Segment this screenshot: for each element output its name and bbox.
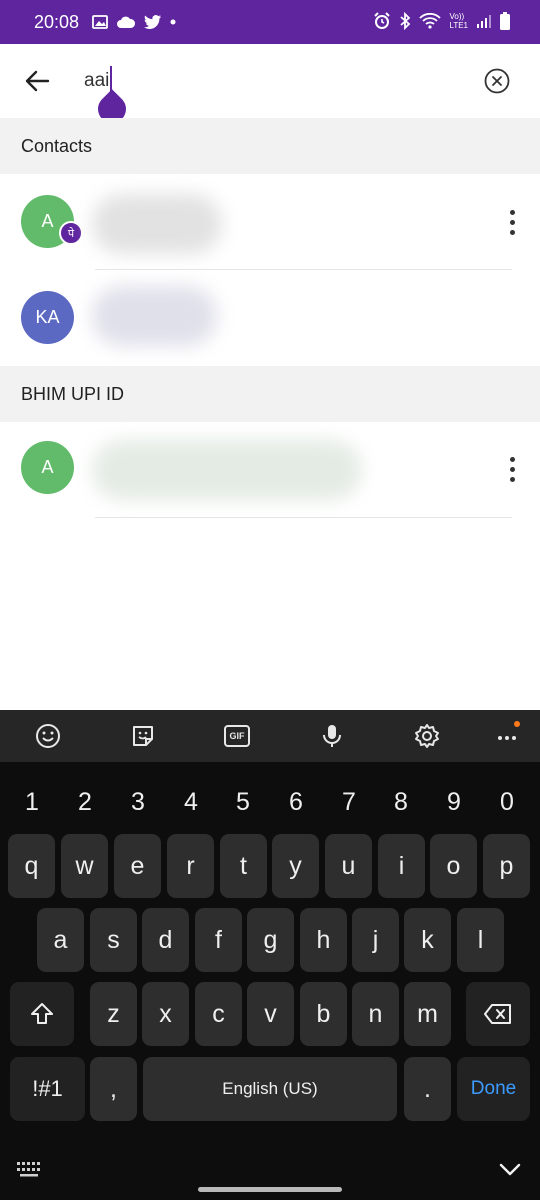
key-6[interactable]: 6 [270, 770, 322, 834]
key-7[interactable]: 7 [323, 770, 375, 834]
done-button[interactable]: Done [457, 1057, 530, 1121]
microphone-icon[interactable] [318, 722, 346, 750]
emoji-icon[interactable] [34, 722, 62, 750]
key-t[interactable]: t [220, 834, 267, 898]
shift-icon [31, 1003, 53, 1024]
shift-key[interactable] [10, 982, 74, 1046]
chevron-down-icon[interactable] [498, 1160, 522, 1178]
settings-icon[interactable] [413, 722, 441, 750]
letter-row-3: z x c v b n m [0, 982, 540, 1046]
bottom-row: !#1 , English (US) . Done [0, 1057, 540, 1121]
more-options-icon[interactable] [502, 207, 522, 237]
key-u[interactable]: u [325, 834, 372, 898]
key-m[interactable]: m [404, 982, 451, 1046]
notification-dot-icon [170, 19, 176, 25]
key-b[interactable]: b [300, 982, 347, 1046]
key-c[interactable]: c [195, 982, 242, 1046]
section-header-contacts: Contacts [0, 118, 540, 174]
key-4[interactable]: 4 [165, 770, 217, 834]
key-g[interactable]: g [247, 908, 294, 972]
search-bar: aai [0, 44, 540, 129]
key-s[interactable]: s [90, 908, 137, 972]
key-z[interactable]: z [90, 982, 137, 1046]
arrow-left-icon[interactable] [22, 66, 52, 96]
key-n[interactable]: n [352, 982, 399, 1046]
section-title: BHIM UPI ID [21, 384, 125, 404]
sticker-icon[interactable] [129, 722, 157, 750]
contact-name-redacted [92, 286, 217, 346]
more-icon[interactable] [495, 720, 523, 748]
keyboard-toolbar: GIF [0, 710, 540, 762]
key-9[interactable]: 9 [428, 770, 480, 834]
backspace-key[interactable] [466, 982, 530, 1046]
key-q[interactable]: q [8, 834, 55, 898]
keyboard-switch-icon[interactable] [16, 1160, 44, 1178]
comma-key[interactable]: , [90, 1057, 137, 1121]
key-2[interactable]: 2 [59, 770, 111, 834]
key-i[interactable]: i [378, 834, 425, 898]
key-0[interactable]: 0 [481, 770, 533, 834]
gallery-icon [92, 15, 108, 29]
upi-id-redacted [92, 440, 362, 500]
key-1[interactable]: 1 [6, 770, 58, 834]
symbols-key[interactable]: !#1 [10, 1057, 85, 1121]
number-row: 1 2 3 4 5 6 7 8 9 0 [0, 770, 540, 834]
avatar: A [21, 441, 74, 494]
divider [95, 517, 512, 518]
contact-row[interactable]: A पे [0, 174, 540, 270]
key-h[interactable]: h [300, 908, 347, 972]
phonepe-badge-icon: पे [59, 221, 83, 245]
twitter-icon [144, 15, 161, 29]
key-k[interactable]: k [404, 908, 451, 972]
key-e[interactable]: e [114, 834, 161, 898]
signal-icon [477, 15, 491, 28]
contact-name-redacted [92, 194, 222, 254]
section-title: Contacts [21, 136, 93, 156]
key-8[interactable]: 8 [375, 770, 427, 834]
letter-row-1: q w e r t y u i o p [0, 834, 540, 898]
contact-row[interactable]: KA [0, 270, 540, 366]
key-d[interactable]: d [142, 908, 189, 972]
period-key[interactable]: . [404, 1057, 451, 1121]
key-x[interactable]: x [142, 982, 189, 1046]
avatar: KA [21, 291, 74, 344]
alarm-icon [374, 12, 391, 29]
key-y[interactable]: y [272, 834, 319, 898]
backspace-icon [484, 1004, 511, 1024]
keyboard: GIF 1 2 3 4 5 6 7 8 9 0 q w e r t y u i … [0, 710, 540, 1200]
section-header-upi: BHIM UPI ID [0, 366, 540, 422]
close-circle-icon[interactable] [484, 68, 510, 94]
battery-icon [500, 12, 510, 30]
key-3[interactable]: 3 [112, 770, 164, 834]
key-p[interactable]: p [483, 834, 530, 898]
cloud-icon [117, 16, 136, 28]
gif-icon[interactable]: GIF [224, 725, 250, 747]
key-a[interactable]: a [37, 908, 84, 972]
more-options-icon[interactable] [502, 454, 522, 484]
bluetooth-icon [400, 12, 411, 30]
contact-row[interactable]: A [0, 422, 540, 518]
navigation-handle[interactable] [198, 1187, 342, 1192]
key-r[interactable]: r [167, 834, 214, 898]
key-v[interactable]: v [247, 982, 294, 1046]
network-type-label: Vo)) LTE1 [449, 12, 468, 30]
key-l[interactable]: l [457, 908, 504, 972]
key-j[interactable]: j [352, 908, 399, 972]
wifi-icon [419, 13, 442, 29]
status-time: 20:08 [34, 12, 80, 32]
search-input[interactable]: aai [84, 70, 109, 92]
letter-row-2: a s d f g h j k l [0, 908, 540, 972]
key-f[interactable]: f [195, 908, 242, 972]
key-o[interactable]: o [430, 834, 477, 898]
status-bar: 20:08 Vo)) LTE1 [0, 0, 540, 44]
space-bar[interactable]: English (US) [143, 1057, 397, 1121]
key-5[interactable]: 5 [217, 770, 269, 834]
key-w[interactable]: w [61, 834, 108, 898]
